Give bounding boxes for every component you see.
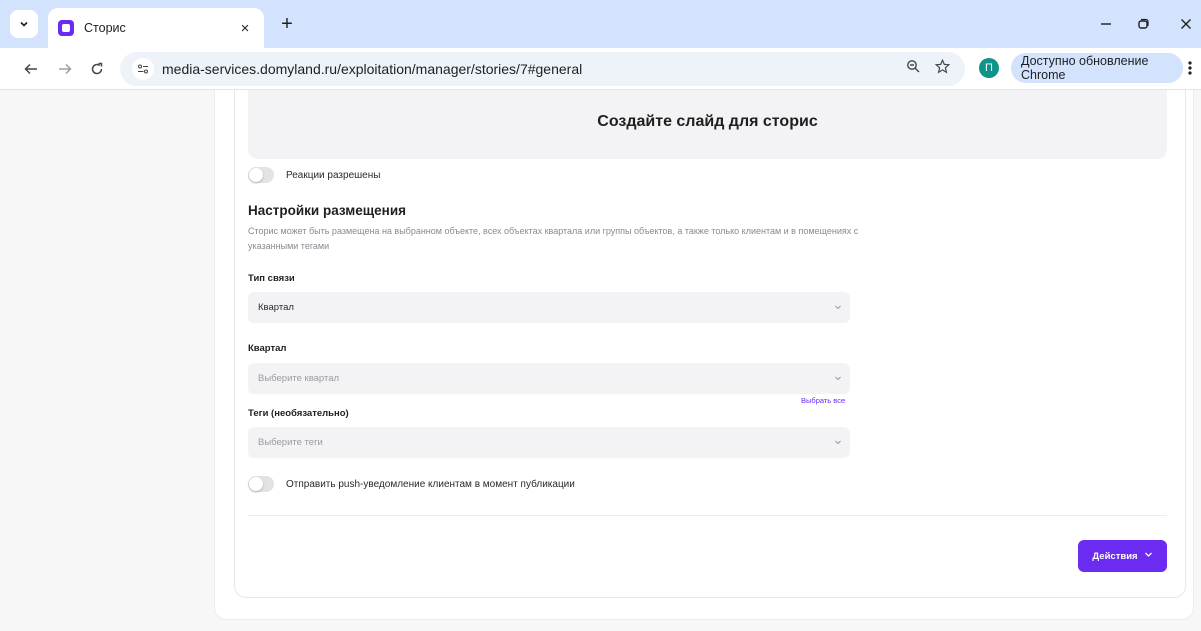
tab-title: Сторис xyxy=(84,21,126,35)
link-type-label: Тип связи xyxy=(248,273,295,284)
placement-description: Сторис может быть размещена на выбранном… xyxy=(248,226,859,251)
minimize-button[interactable] xyxy=(1094,12,1118,36)
chrome-update-button[interactable]: Доступно обновление Chrome xyxy=(1011,53,1183,83)
url-text: media-services.domyland.ru/exploitation/… xyxy=(162,61,583,77)
actions-label: Действия xyxy=(1092,550,1138,562)
restore-icon xyxy=(1138,18,1149,29)
chevron-down-icon xyxy=(826,438,850,448)
actions-button[interactable]: Действия xyxy=(1078,540,1167,572)
address-bar[interactable]: media-services.domyland.ru/exploitation/… xyxy=(120,52,965,86)
chevron-down-icon xyxy=(20,21,28,27)
reactions-toggle-row[interactable]: Реакции разрешены xyxy=(248,167,380,183)
browser-menu-button[interactable] xyxy=(1184,58,1196,78)
tab-close-button[interactable]: × xyxy=(236,20,254,37)
page-viewport: ‘ Создайте слайд для сторис Реакции разр… xyxy=(0,90,1201,631)
reactions-toggle[interactable] xyxy=(248,167,274,183)
forward-icon xyxy=(59,63,72,75)
chevron-down-icon xyxy=(826,374,850,384)
select-all-link[interactable]: Выбрать все xyxy=(801,396,845,405)
chevron-down-icon xyxy=(826,303,850,313)
reload-button[interactable] xyxy=(84,56,110,82)
tags-select[interactable]: Выберите теги xyxy=(248,427,850,458)
site-info-icon xyxy=(138,64,148,74)
tab-strip: Сторис × + xyxy=(0,0,1201,48)
back-button[interactable] xyxy=(18,56,44,82)
reload-icon xyxy=(91,62,103,75)
link-type-value: Квартал xyxy=(258,302,294,313)
push-toggle-row[interactable]: Отправить push-уведомление клиентам в мо… xyxy=(248,476,575,492)
favicon-icon xyxy=(58,20,74,36)
chevron-down-icon xyxy=(1144,550,1153,562)
restore-button[interactable] xyxy=(1131,12,1155,36)
tab-search-button[interactable] xyxy=(10,10,38,38)
bookmark-button[interactable] xyxy=(932,56,952,76)
zoom-button[interactable] xyxy=(903,56,923,76)
placement-title: Настройки размещения xyxy=(248,203,406,218)
close-icon xyxy=(1181,19,1191,29)
quarter-select[interactable]: Выберите квартал xyxy=(248,363,850,394)
quarter-label: Квартал xyxy=(248,343,287,354)
tags-placeholder: Выберите теги xyxy=(258,437,323,448)
link-type-select[interactable]: Квартал xyxy=(248,292,850,323)
slide-placeholder-text: Создайте слайд для сторис xyxy=(597,112,818,130)
close-window-button[interactable] xyxy=(1174,12,1198,36)
quarter-placeholder: Выберите квартал xyxy=(258,373,340,384)
more-icon xyxy=(1188,61,1192,75)
browser-tab[interactable]: Сторис × xyxy=(48,8,264,48)
new-tab-button[interactable]: + xyxy=(275,12,299,36)
slide-area-mark: ‘ xyxy=(702,90,704,93)
star-icon xyxy=(934,58,950,74)
forward-button[interactable] xyxy=(52,56,78,82)
back-icon xyxy=(24,63,37,75)
site-info-button[interactable] xyxy=(132,58,154,80)
minimize-icon xyxy=(1101,23,1111,25)
reactions-label: Реакции разрешены xyxy=(286,169,381,181)
profile-avatar[interactable]: П xyxy=(979,58,999,78)
divider xyxy=(248,515,1167,516)
story-settings-card: ‘ Создайте слайд для сторис Реакции разр… xyxy=(234,90,1186,598)
slide-create-area[interactable]: ‘ Создайте слайд для сторис xyxy=(248,90,1167,159)
tags-label: Теги (необязательно) xyxy=(248,408,349,419)
zoom-icon xyxy=(907,60,920,73)
push-toggle[interactable] xyxy=(248,476,274,492)
push-label: Отправить push-уведомление клиентам в мо… xyxy=(286,478,575,490)
